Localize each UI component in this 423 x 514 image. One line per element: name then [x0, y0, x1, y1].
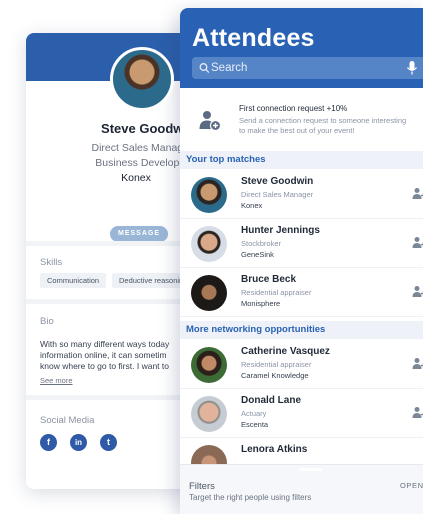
- microphone-icon[interactable]: [406, 60, 418, 76]
- search-icon: [199, 63, 210, 73]
- avatar: [191, 226, 227, 262]
- facebook-icon[interactable]: f: [40, 434, 57, 451]
- attendee-name: Hunter Jennings: [241, 225, 320, 236]
- attendee-row[interactable]: Steve Goodwin Direct Sales Manager Konex: [180, 170, 423, 219]
- bio-heading: Bio: [40, 316, 54, 327]
- avatar: [191, 275, 227, 311]
- attendee-company: Monisphere: [241, 299, 281, 308]
- attendees-panel: Attendees Search First connection reques…: [180, 8, 423, 514]
- attendee-role: Actuary: [241, 409, 267, 418]
- attendee-role: Residential appraiser: [241, 288, 312, 297]
- attendee-company: Caramel Knowledge: [241, 371, 309, 380]
- group-header-top-matches: Your top matches: [180, 151, 423, 169]
- skill-chip[interactable]: Communication: [40, 273, 107, 288]
- attendee-row[interactable]: Catherine Vasquez Residential appraiser …: [180, 340, 423, 389]
- avatar: [191, 396, 227, 432]
- skills-heading: Skills: [40, 257, 63, 268]
- drag-handle[interactable]: [300, 468, 322, 471]
- promo-title: First connection request +10%: [239, 104, 348, 113]
- profile-avatar: [110, 47, 174, 111]
- attendees-header: Attendees Search: [180, 8, 423, 88]
- promo-description-line: to make the best out of your event!: [239, 126, 355, 135]
- filters-drawer[interactable]: Filters Target the right people using fi…: [180, 464, 423, 514]
- group-header-networking: More networking opportunities: [180, 321, 423, 339]
- avatar: [191, 177, 227, 213]
- promo-description-line: Send a connection request to someone int…: [239, 116, 407, 125]
- social-media-heading: Social Media: [40, 415, 95, 426]
- attendee-role: Direct Sales Manager: [241, 190, 314, 199]
- connection-promo[interactable]: First connection request +10% Send a con…: [180, 88, 423, 158]
- page-title: Attendees: [192, 24, 315, 52]
- attendee-company: Konex: [241, 201, 263, 210]
- attendee-name: Lenora Atkins: [241, 444, 308, 455]
- search-input[interactable]: Search: [192, 57, 423, 79]
- attendee-name: Catherine Vasquez: [241, 346, 330, 357]
- attendee-role: Residential appraiser: [241, 360, 312, 369]
- open-filters-button[interactable]: OPEN: [400, 481, 423, 490]
- search-placeholder: Search: [211, 62, 248, 74]
- attendee-company: GeneSink: [241, 250, 274, 259]
- add-contact-icon[interactable]: [412, 406, 423, 419]
- add-contact-icon[interactable]: [412, 236, 423, 249]
- see-more-link[interactable]: See more: [40, 376, 73, 385]
- attendee-name: Donald Lane: [241, 395, 302, 406]
- attendee-name: Steve Goodwin: [241, 176, 314, 187]
- avatar: [191, 347, 227, 383]
- attendee-name: Bruce Beck: [241, 274, 297, 285]
- attendee-row[interactable]: Donald Lane Actuary Escenta: [180, 389, 423, 438]
- add-contact-icon[interactable]: [412, 357, 423, 370]
- linkedin-icon[interactable]: in: [70, 434, 87, 451]
- attendee-row[interactable]: Bruce Beck Residential appraiser Monisph…: [180, 268, 423, 317]
- message-button[interactable]: MESSAGE: [110, 226, 168, 242]
- promo-description: Send a connection request to someone int…: [239, 116, 423, 136]
- attendee-company: Escenta: [241, 420, 269, 429]
- attendee-role: Stockbroker: [241, 239, 282, 248]
- twitter-icon[interactable]: t: [100, 434, 117, 451]
- filters-description: Target the right people using filters: [189, 493, 312, 502]
- add-contact-icon[interactable]: [412, 285, 423, 298]
- attendee-row[interactable]: Hunter Jennings Stockbroker GeneSink: [180, 219, 423, 268]
- add-person-icon: [199, 111, 222, 132]
- add-contact-icon[interactable]: [412, 187, 423, 200]
- filters-title: Filters: [189, 481, 215, 492]
